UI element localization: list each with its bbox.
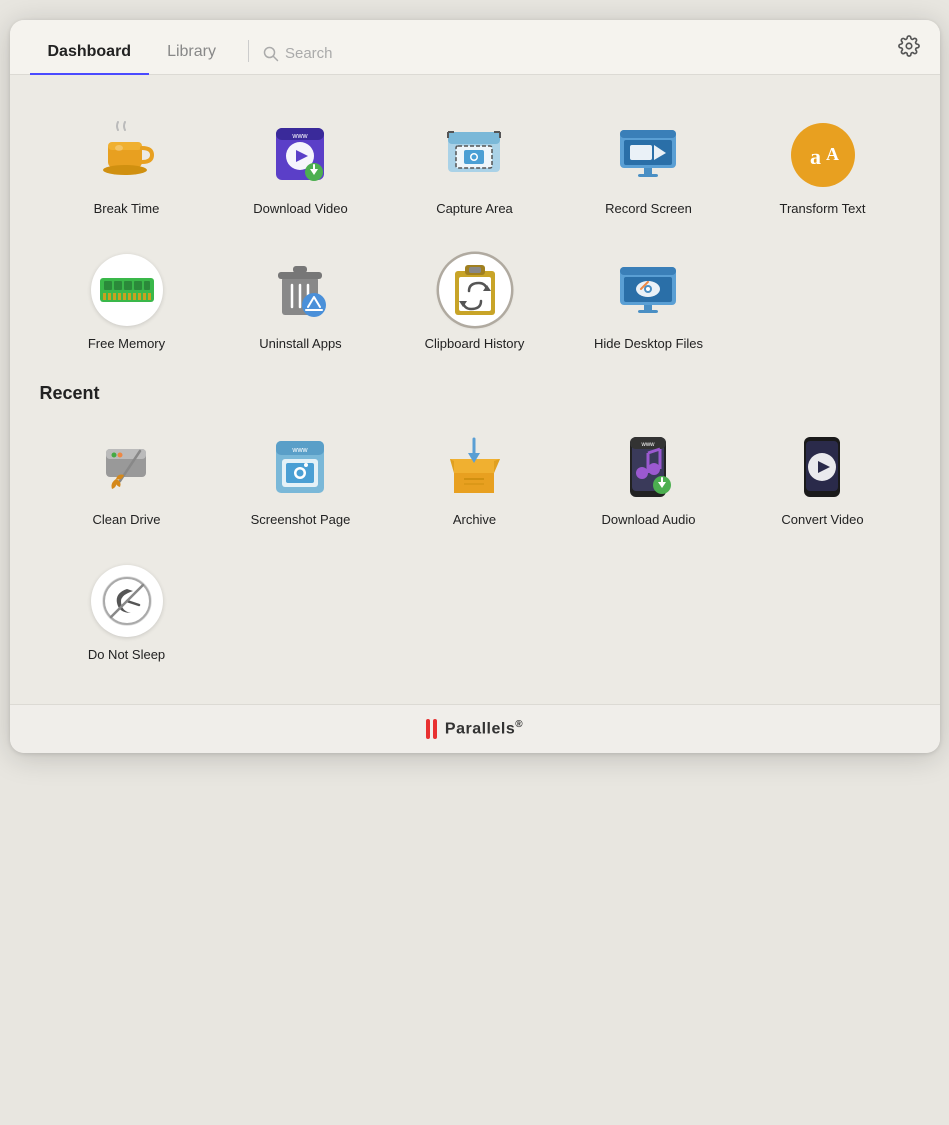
search-icon bbox=[263, 46, 279, 62]
tool-download-audio[interactable]: www Download Audio bbox=[562, 414, 736, 539]
svg-text:www: www bbox=[640, 442, 655, 448]
tool-hide-desktop-files[interactable]: Hide Desktop Files bbox=[562, 238, 736, 363]
tool-archive[interactable]: Archive bbox=[388, 414, 562, 539]
clean-drive-label: Clean Drive bbox=[93, 512, 161, 529]
tool-free-memory[interactable]: Free Memory bbox=[40, 238, 214, 363]
tool-record-screen[interactable]: Record Screen bbox=[562, 103, 736, 228]
search-area[interactable]: Search bbox=[263, 45, 333, 74]
gear-button[interactable] bbox=[898, 35, 920, 74]
uninstall-apps-icon bbox=[265, 254, 337, 326]
transform-text-label: Transform Text bbox=[780, 201, 866, 218]
recent-heading: Recent bbox=[40, 383, 910, 404]
parallels-registered: ® bbox=[515, 719, 523, 730]
tool-clean-drive[interactable]: Clean Drive bbox=[40, 414, 214, 539]
app-window: Dashboard Library Search bbox=[10, 20, 940, 753]
tool-uninstall-apps[interactable]: Uninstall Apps bbox=[214, 238, 388, 363]
free-memory-label: Free Memory bbox=[88, 336, 165, 353]
break-time-label: Break Time bbox=[94, 201, 160, 218]
search-placeholder: Search bbox=[285, 45, 333, 62]
svg-text:A: A bbox=[826, 144, 839, 164]
transform-text-icon: a A bbox=[787, 119, 859, 191]
download-video-label: Download Video bbox=[253, 201, 347, 218]
tab-library[interactable]: Library bbox=[149, 35, 234, 75]
tool-capture-area[interactable]: Capture Area bbox=[388, 103, 562, 228]
tool-convert-video[interactable]: Convert Video bbox=[736, 414, 910, 539]
parallels-brand: Parallels® bbox=[445, 719, 523, 738]
recent-grid: Clean Drive www bbox=[40, 414, 910, 539]
header: Dashboard Library Search bbox=[10, 20, 940, 75]
tool-download-video[interactable]: www Download Video bbox=[214, 103, 388, 228]
uninstall-apps-label: Uninstall Apps bbox=[259, 336, 341, 353]
tool-break-time[interactable]: Break Time bbox=[40, 103, 214, 228]
record-screen-label: Record Screen bbox=[605, 201, 692, 218]
download-audio-icon: www bbox=[613, 430, 685, 502]
capture-area-icon bbox=[439, 119, 511, 191]
tab-dashboard[interactable]: Dashboard bbox=[30, 35, 150, 75]
svg-text:www: www bbox=[291, 133, 308, 140]
record-screen-icon bbox=[613, 119, 685, 191]
do-not-sleep-icon bbox=[91, 565, 163, 637]
clipboard-history-label: Clipboard History bbox=[425, 336, 525, 353]
parallels-bar-2 bbox=[433, 719, 437, 739]
tab-divider bbox=[248, 40, 249, 62]
clean-drive-icon bbox=[91, 430, 163, 502]
capture-area-label: Capture Area bbox=[436, 201, 513, 218]
tab-bar: Dashboard Library bbox=[30, 34, 234, 74]
parallels-logo bbox=[426, 719, 437, 739]
footer: Parallels® bbox=[10, 704, 940, 753]
free-memory-icon bbox=[91, 254, 163, 326]
tool-transform-text[interactable]: a A Transform Text bbox=[736, 103, 910, 228]
svg-text:a: a bbox=[810, 144, 821, 169]
clipboard-history-icon bbox=[439, 254, 511, 326]
hide-desktop-files-icon bbox=[613, 254, 685, 326]
break-time-icon bbox=[91, 119, 163, 191]
recent-grid-2: Do Not Sleep bbox=[40, 549, 910, 674]
tools-grid: Break Time www bbox=[40, 103, 910, 363]
main-content: Break Time www bbox=[10, 75, 940, 704]
convert-video-icon bbox=[787, 430, 859, 502]
do-not-sleep-label: Do Not Sleep bbox=[88, 647, 165, 664]
archive-label: Archive bbox=[453, 512, 496, 529]
archive-icon bbox=[439, 430, 511, 502]
convert-video-label: Convert Video bbox=[781, 512, 863, 529]
tool-clipboard-history[interactable]: Clipboard History bbox=[388, 238, 562, 363]
tool-do-not-sleep[interactable]: Do Not Sleep bbox=[40, 549, 214, 674]
hide-desktop-files-label: Hide Desktop Files bbox=[594, 336, 703, 353]
download-audio-label: Download Audio bbox=[602, 512, 696, 529]
screenshot-page-icon: www bbox=[265, 430, 337, 502]
parallels-bar-1 bbox=[426, 719, 430, 739]
screenshot-page-label: Screenshot Page bbox=[251, 512, 351, 529]
tool-screenshot-page[interactable]: www Screenshot Page bbox=[214, 414, 388, 539]
svg-text:www: www bbox=[291, 447, 308, 454]
download-video-icon: www bbox=[265, 119, 337, 191]
